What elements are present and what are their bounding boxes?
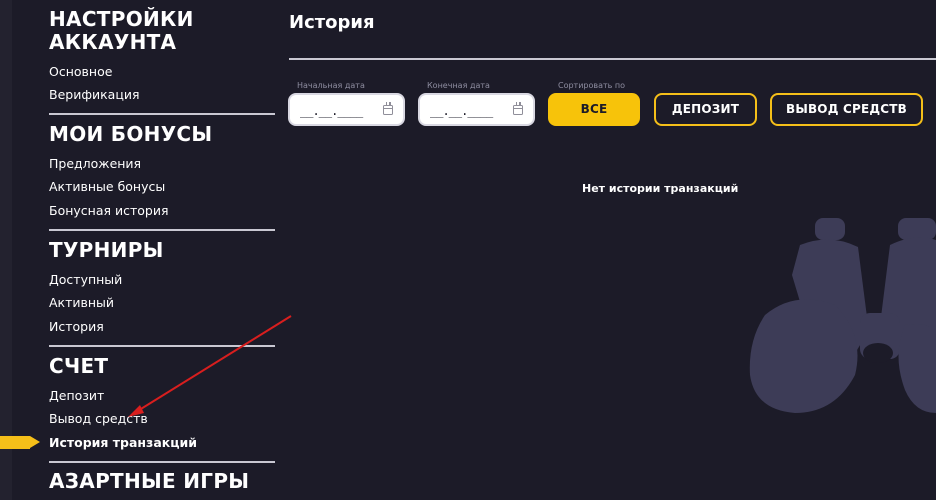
- sidebar-item-active-bonuses[interactable]: Активные бонусы: [49, 179, 165, 195]
- left-edge-strip: [0, 0, 12, 500]
- section-title-tournaments: ТУРНИРЫ: [49, 238, 164, 262]
- sidebar-item-available[interactable]: Доступный: [49, 272, 122, 288]
- calendar-icon[interactable]: [513, 102, 523, 115]
- section-title-account: СЧЕТ: [49, 354, 109, 378]
- sidebar-item-deposit[interactable]: Депозит: [49, 388, 104, 404]
- title-divider: [289, 58, 936, 60]
- sort-label: Сортировать по: [558, 81, 626, 90]
- sidebar-divider: [49, 345, 275, 347]
- account-sidebar: НАСТРОЙКИ АККАУНТА Основное Верификация …: [12, 0, 275, 500]
- end-date-input[interactable]: __.__.____: [418, 93, 535, 126]
- binoculars-illustration: [749, 218, 936, 413]
- start-date-label: Начальная дата: [297, 81, 365, 90]
- page-title: История: [289, 12, 375, 33]
- section-title-gambling: АЗАРТНЫЕ ИГРЫ: [49, 469, 250, 493]
- sidebar-divider: [49, 113, 275, 115]
- end-date-value: __.__.____: [430, 104, 493, 118]
- section-title-my-bonuses: МОИ БОНУСЫ: [49, 122, 213, 146]
- start-date-input[interactable]: __.__.____: [288, 93, 405, 126]
- sidebar-item-history[interactable]: История: [49, 319, 104, 335]
- section-title-account-settings: НАСТРОЙКИ АККАУНТА: [49, 7, 194, 54]
- sidebar-item-verification[interactable]: Верификация: [49, 87, 140, 103]
- sidebar-divider: [49, 461, 275, 463]
- filter-deposit-button[interactable]: ДЕПОЗИТ: [654, 93, 757, 126]
- sidebar-item-general[interactable]: Основное: [49, 64, 112, 80]
- filter-withdrawal-button[interactable]: ВЫВОД СРЕДСТВ: [770, 93, 923, 126]
- sidebar-item-withdrawal[interactable]: Вывод средств: [49, 411, 148, 427]
- sidebar-item-bonus-history[interactable]: Бонусная история: [49, 203, 169, 219]
- calendar-icon[interactable]: [383, 102, 393, 115]
- start-date-value: __.__.____: [300, 104, 363, 118]
- sidebar-divider: [49, 229, 275, 231]
- end-date-label: Конечная дата: [427, 81, 490, 90]
- filter-all-button[interactable]: ВСЕ: [548, 93, 640, 126]
- account-page: НАСТРОЙКИ АККАУНТА Основное Верификация …: [0, 0, 936, 500]
- sidebar-item-offers[interactable]: Предложения: [49, 156, 141, 172]
- sidebar-item-transaction-history[interactable]: История транзакций: [49, 435, 197, 451]
- empty-state-message: Нет истории транзакций: [582, 182, 739, 195]
- sidebar-item-active[interactable]: Активный: [49, 295, 114, 311]
